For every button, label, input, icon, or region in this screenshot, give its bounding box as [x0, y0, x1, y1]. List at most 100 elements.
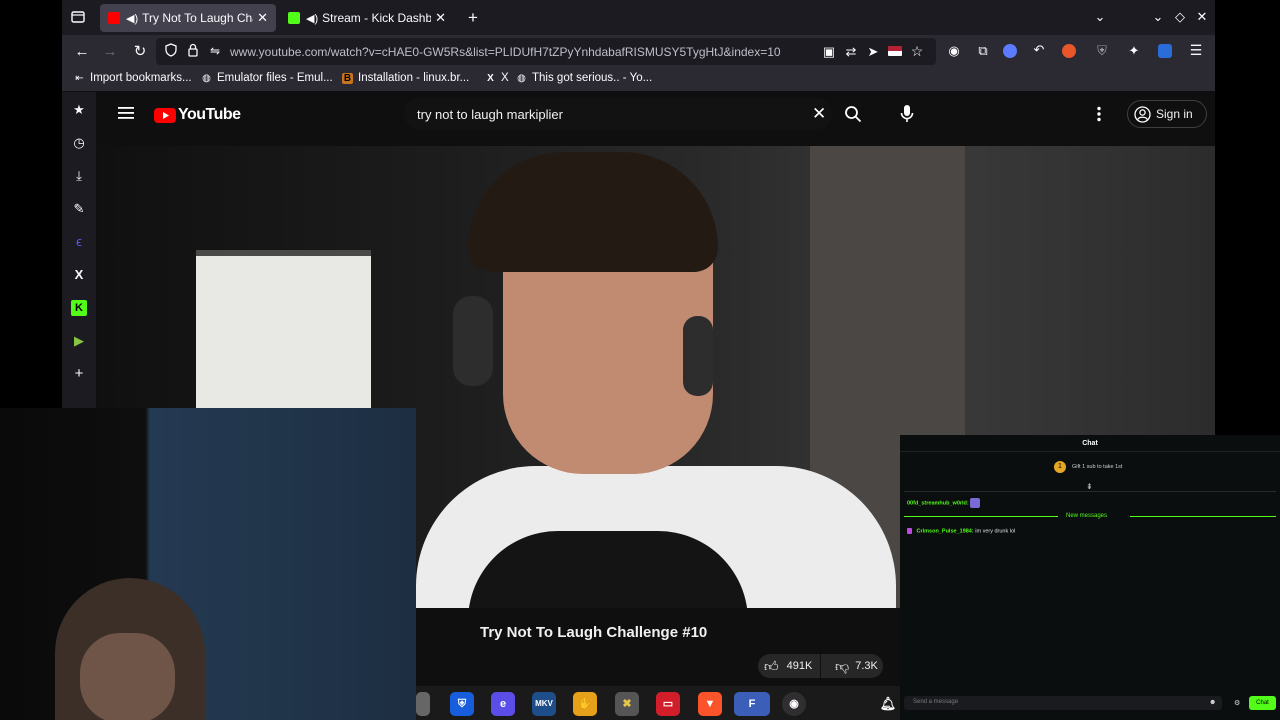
divider-line	[1130, 516, 1276, 517]
settings-gear-icon[interactable]: ⚙	[1234, 699, 1240, 707]
permissions-icon[interactable]: ⇋	[208, 44, 222, 58]
gift-sub-banner[interactable]: 1 Gift 1 sub to take 1st	[1054, 461, 1122, 473]
chat-username[interactable]: Crimson_Pulse_1984:	[917, 528, 974, 534]
emote-picker-icon[interactable]: ☻	[1209, 699, 1216, 706]
us-flag-icon[interactable]	[888, 46, 902, 56]
x-logo-icon[interactable]: X	[71, 267, 87, 283]
youtube-logo[interactable]: YouTube	[154, 106, 241, 124]
chat-input-placeholder: Send a message	[913, 699, 959, 705]
tab-youtube[interactable]: ◀) Try Not To Laugh Chall ✕	[100, 4, 276, 32]
extension-orange-icon[interactable]	[1062, 44, 1076, 58]
history-icon[interactable]: ◷	[71, 135, 87, 151]
back-icon[interactable]: ←	[74, 43, 90, 60]
search-box[interactable]: try not to laugh markiplier ✕	[404, 98, 832, 130]
streamer-hair	[468, 152, 718, 272]
red-app-icon[interactable]: ▭	[656, 692, 680, 716]
close-tab-icon[interactable]: ✕	[257, 10, 268, 26]
shield-icon[interactable]	[164, 43, 178, 60]
firefox-app-icon[interactable]: F	[734, 692, 770, 716]
bookmark-emulator[interactable]: ◍ Emulator files - Emul...	[201, 72, 333, 84]
minimize-icon[interactable]: ⌄	[1150, 9, 1166, 25]
send-chat-button[interactable]: Chat	[1249, 696, 1276, 710]
chat-username[interactable]: 00fd_streamhub_w0rld:	[907, 500, 969, 506]
star-icon[interactable]: ★	[71, 102, 87, 118]
maximize-icon[interactable]: ◇	[1172, 9, 1188, 25]
extensions-icon[interactable]: ⧉	[975, 43, 991, 59]
blue-app-icon[interactable]: e	[491, 692, 515, 716]
bitwarden-icon[interactable]: ⛨	[450, 692, 474, 716]
pen-icon[interactable]: ✎	[71, 201, 87, 217]
app-partial-icon[interactable]	[416, 692, 430, 716]
picture-in-picture-icon[interactable]: ▣	[822, 44, 836, 60]
more-options-icon[interactable]	[1096, 106, 1104, 122]
dislike-button[interactable]: 👎︎ 7.3K	[821, 654, 883, 678]
mkv-icon[interactable]: MKV	[532, 692, 556, 716]
tab-kick-dashboard[interactable]: ◀) Stream - Kick Dashboar ✕	[280, 4, 454, 32]
notification-bell-icon[interactable]: 🔔︎	[876, 692, 900, 716]
bookmark-x[interactable]: X X	[485, 72, 509, 84]
globe-icon: ◍	[202, 72, 211, 84]
obs-icon[interactable]: ◉	[782, 692, 806, 716]
undo-icon[interactable]: ↶	[1031, 42, 1047, 58]
close-tab-icon[interactable]: ✕	[435, 10, 446, 26]
chat-header: Chat	[900, 435, 1280, 452]
like-button[interactable]: 👍︎ 491K	[758, 654, 820, 678]
extension-blue-square-icon[interactable]	[1158, 44, 1172, 58]
bookmark-import[interactable]: ⇤ Import bookmarks...	[74, 72, 192, 84]
forward-icon[interactable]: →	[102, 43, 118, 60]
close-window-icon[interactable]: ✕	[1194, 9, 1210, 25]
hamburger-menu-icon[interactable]	[118, 106, 134, 120]
tab-bar: ◀) Try Not To Laugh Chall ✕ ◀) Stream - …	[62, 0, 1215, 35]
microphone-icon[interactable]	[900, 104, 914, 124]
tool-icon[interactable]: ✖	[615, 692, 639, 716]
youtube-logo-text: YouTube	[178, 106, 241, 123]
url-bar[interactable]: ⇋ www.youtube.com/watch?v=cHAE0-GW5Rs&li…	[156, 38, 936, 65]
extension-puzzle-icon[interactable]: ✦	[1126, 43, 1142, 59]
new-messages-label: New messages	[1066, 513, 1108, 519]
bookmark-label: Installation - linux.br...	[358, 72, 470, 84]
plus-icon[interactable]: +	[465, 8, 481, 28]
chat-input[interactable]: Send a message ☻	[904, 696, 1222, 710]
sign-in-label: Sign in	[1156, 107, 1193, 121]
download-icon[interactable]: ⤓	[71, 168, 87, 184]
wave-hand-icon[interactable]: ✋	[573, 692, 597, 716]
extension-blue-icon[interactable]	[1003, 44, 1017, 58]
hamburger-menu-icon[interactable]: ☰	[1188, 42, 1204, 59]
bookmark-installation[interactable]: B Installation - linux.br...	[342, 72, 469, 84]
webcam-person-face	[80, 633, 175, 720]
youtube-header: YouTube try not to laugh markiplier ✕ Si…	[96, 92, 1215, 138]
badge-icon	[907, 528, 912, 534]
account-icon[interactable]: ◉	[946, 43, 962, 59]
thumbs-up-icon: 👍︎	[764, 657, 779, 674]
rumble-icon[interactable]: ▶	[71, 333, 87, 349]
background-wall-panel	[196, 250, 371, 410]
sign-in-button[interactable]: Sign in	[1127, 100, 1207, 128]
tab-overview-icon[interactable]	[70, 10, 86, 26]
clear-search-icon[interactable]: ✕	[812, 104, 826, 124]
video-title: Try Not To Laugh Challenge #10	[480, 624, 708, 641]
chevron-down-icon[interactable]: ⌄	[1092, 9, 1108, 25]
lock-icon[interactable]	[186, 43, 200, 60]
send-icon[interactable]: ➤	[866, 44, 880, 60]
kick-icon[interactable]: K	[71, 300, 87, 316]
bookmark-label: Import bookmarks...	[90, 72, 192, 84]
blue-app-icon[interactable]: ϵ	[71, 234, 87, 250]
search-icon[interactable]	[844, 105, 864, 125]
search-input[interactable]: try not to laugh markiplier	[417, 107, 563, 122]
youtube-play-icon	[154, 107, 176, 123]
emote-icon	[970, 498, 981, 508]
scroll-arrow-icon[interactable]: ⇟	[1086, 482, 1093, 491]
brave-icon[interactable]: ▼	[698, 692, 722, 716]
add-panel-icon[interactable]: +	[71, 366, 87, 382]
headphone-right	[683, 316, 713, 396]
coin-icon: 1	[1054, 461, 1066, 473]
new-messages-divider: New messages	[904, 513, 1276, 519]
chat-divider	[904, 491, 1276, 492]
reload-icon[interactable]: ↻	[132, 42, 148, 60]
webcam-overlay	[0, 408, 416, 720]
bookmark-star-icon[interactable]: ☆	[910, 43, 924, 60]
translate-icon[interactable]: ⇄	[844, 44, 858, 60]
chat-message: Crimson_Pulse_1984: im very drunk lol	[907, 528, 1015, 534]
extension-shield-icon[interactable]: ⛨	[1094, 43, 1110, 59]
bookmark-this-got-serious[interactable]: ◍ This got serious.. - Yo...	[516, 72, 652, 84]
